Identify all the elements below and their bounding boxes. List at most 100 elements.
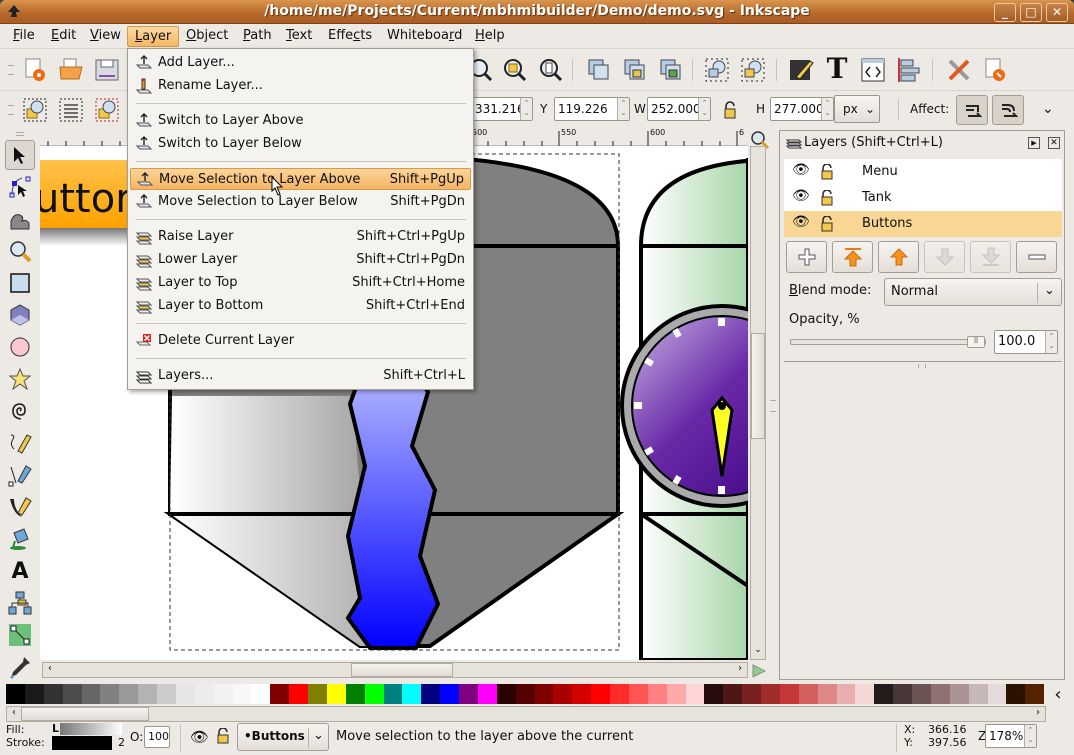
calligraphy-tool[interactable] — [5, 492, 35, 522]
minimize-button[interactable]: _ — [994, 3, 1016, 22]
palette-swatch[interactable] — [704, 684, 724, 704]
y-spin-arrows[interactable]: ⌃ ⌄ — [617, 98, 629, 120]
palette-swatch[interactable] — [591, 684, 610, 704]
palette-swatch[interactable] — [836, 684, 856, 704]
palette-swatch[interactable] — [949, 684, 969, 704]
palette-swatch[interactable] — [175, 684, 195, 704]
menu-help[interactable]: Help — [468, 26, 512, 47]
palette-swatch[interactable] — [761, 684, 780, 704]
palette-scroll-left-button[interactable]: ‹ — [7, 707, 21, 721]
palette-swatch[interactable] — [685, 684, 705, 704]
menu-item-layer-to-top[interactable]: Layer to Top Shift+Ctrl+Home — [130, 272, 471, 294]
palette-swatch[interactable] — [1006, 684, 1026, 704]
palette-swatch[interactable] — [157, 684, 176, 704]
palette-scrollbar[interactable]: ‹ › — [6, 706, 1046, 722]
panel-resize-grip[interactable] — [918, 364, 926, 368]
menu-item-lower-layer[interactable]: Lower Layer Shift+Ctrl+PgDn — [130, 249, 471, 271]
menu-item-move-selection-to-layer-below[interactable]: Move Selection to Layer Below Shift+PgDn — [130, 191, 471, 213]
palette-scroll-thumb[interactable] — [21, 707, 149, 721]
scroll-right-button[interactable]: › — [733, 663, 747, 677]
zoom-field[interactable]: 178% ⌃ ⌄ — [985, 724, 1037, 748]
ungroup-icon[interactable] — [740, 57, 766, 83]
toolbar-grip[interactable] — [8, 65, 14, 75]
delete-layer-button[interactable] — [1016, 241, 1057, 273]
layer-row-buttons[interactable]: 👁 Buttons — [784, 211, 1062, 237]
palette-swatch[interactable] — [213, 684, 233, 704]
palette-swatch[interactable] — [6, 684, 25, 704]
palette-swatch[interactable] — [289, 684, 308, 704]
text-font-icon[interactable]: T — [824, 55, 850, 83]
palette-swatch[interactable] — [779, 684, 799, 704]
select-all-layers-icon[interactable] — [58, 97, 84, 123]
palette-swatch[interactable] — [62, 684, 82, 704]
layer-name[interactable]: Buttons — [862, 216, 912, 231]
vertical-scrollbar[interactable]: ⌄ — [750, 146, 766, 660]
layer-name[interactable]: Menu — [862, 164, 898, 179]
dropper-tool[interactable] — [5, 652, 35, 682]
palette-swatch[interactable] — [459, 684, 478, 704]
open-document-icon[interactable] — [58, 57, 84, 83]
star-tool[interactable] — [5, 364, 35, 394]
palette-swatch[interactable] — [232, 684, 252, 704]
palette-swatch[interactable] — [742, 684, 761, 704]
vertical-scroll-thumb[interactable] — [751, 333, 765, 439]
palette-swatch[interactable] — [440, 684, 459, 704]
menu-view[interactable]: View — [83, 26, 128, 47]
palette-swatch[interactable] — [893, 684, 912, 704]
menu-layer[interactable]: Layer — [127, 26, 180, 47]
affect-rounded-corners-toggle[interactable] — [992, 95, 1024, 125]
lock-proportions-icon[interactable] — [722, 101, 738, 119]
palette-scroll-left-icon[interactable]: ‹ — [1048, 684, 1068, 705]
selector-tool[interactable] — [5, 140, 35, 170]
spiral-tool[interactable] — [5, 396, 35, 426]
horizontal-scroll-thumb[interactable] — [351, 663, 453, 677]
opacity-spin-arrows[interactable]: ⌃ ⌄ — [1045, 331, 1057, 353]
tweak-tool[interactable] — [5, 204, 35, 234]
clone-icon[interactable] — [622, 57, 648, 83]
x-spin-arrows[interactable]: ⌃ ⌄ — [520, 98, 532, 120]
palette-swatch[interactable] — [1025, 684, 1045, 704]
connector-tool[interactable] — [5, 588, 35, 618]
menu-path[interactable]: Path — [236, 26, 279, 47]
palette-swatch[interactable] — [572, 684, 592, 704]
menu-text[interactable]: Text — [279, 26, 319, 47]
layer-visibility-eye-icon[interactable]: 👁 — [190, 728, 209, 746]
zoom-spin-arrows[interactable]: ⌃ ⌄ — [1024, 725, 1036, 747]
preferences-icon[interactable] — [946, 57, 972, 83]
visibility-eye-icon[interactable]: 👁 — [792, 162, 810, 178]
palette-swatch[interactable] — [194, 684, 214, 704]
palette-swatch[interactable] — [100, 684, 120, 704]
palette-swatch[interactable] — [666, 684, 686, 704]
unlocked-padlock-icon[interactable] — [820, 190, 834, 206]
ellipse-tool[interactable] — [5, 332, 35, 362]
new-document-icon[interactable] — [22, 57, 48, 83]
opacity-slider-track[interactable]: || — [790, 336, 986, 348]
menu-item-delete-current-layer[interactable]: Delete Current Layer — [130, 330, 471, 352]
layer-row-tank[interactable]: 👁 Tank — [784, 185, 1062, 211]
width-field[interactable]: 252.000 ⌃ ⌄ — [647, 97, 711, 121]
menu-object[interactable]: Object — [179, 26, 235, 47]
palette-swatch[interactable] — [855, 684, 875, 704]
document-properties-icon[interactable] — [982, 57, 1008, 83]
palette-swatch[interactable] — [874, 684, 894, 704]
palette-swatch[interactable] — [515, 684, 535, 704]
menu-item-switch-to-layer-below[interactable]: Switch to Layer Below — [130, 133, 471, 155]
object-opacity-field[interactable]: 100 — [144, 726, 170, 748]
palette-swatch[interactable] — [817, 684, 837, 704]
menu-effects[interactable]: Effects — [321, 26, 379, 47]
align-distribute-icon[interactable] — [896, 57, 922, 83]
zoom-selection-icon[interactable] — [502, 57, 528, 83]
paint-bucket-tool[interactable] — [5, 524, 35, 554]
palette-swatch[interactable] — [345, 684, 365, 704]
save-document-icon[interactable] — [94, 57, 120, 83]
palette-swatch[interactable] — [647, 684, 667, 704]
palette-swatch[interactable] — [496, 684, 516, 704]
layer-name[interactable]: Tank — [862, 190, 892, 205]
text-tool[interactable]: A — [5, 556, 35, 586]
layer-row-menu[interactable]: 👁 Menu — [784, 159, 1062, 185]
palette-swatch[interactable] — [270, 684, 290, 704]
palette-swatch[interactable] — [364, 684, 384, 704]
color-manage-icon[interactable] — [752, 664, 766, 678]
fill-swatch[interactable] — [60, 723, 122, 735]
palette-swatch[interactable] — [326, 684, 346, 704]
